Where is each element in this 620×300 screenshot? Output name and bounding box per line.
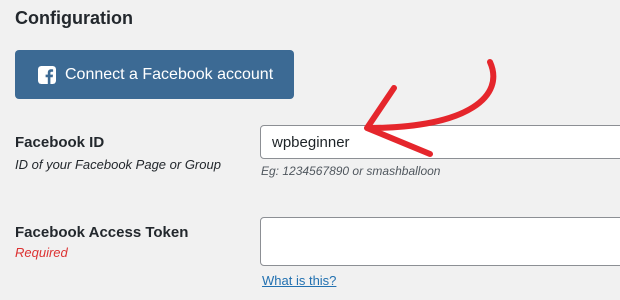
- access-token-input[interactable]: [260, 217, 620, 266]
- access-token-label: Facebook Access Token: [15, 224, 189, 241]
- connect-facebook-button-label: Connect a Facebook account: [65, 65, 274, 83]
- facebook-id-description: ID of your Facebook Page or Group: [15, 157, 221, 172]
- configuration-panel: Configuration Connect a Facebook account…: [0, 0, 620, 300]
- connect-facebook-button[interactable]: Connect a Facebook account: [15, 50, 294, 99]
- section-title: Configuration: [15, 8, 133, 28]
- facebook-id-input[interactable]: [260, 125, 620, 159]
- what-is-this-link[interactable]: What is this?: [262, 273, 336, 288]
- facebook-id-label: Facebook ID: [15, 134, 105, 151]
- facebook-icon: [38, 65, 56, 84]
- access-token-required: Required: [15, 245, 68, 260]
- facebook-id-help-text: Eg: 1234567890 or smashballoon: [261, 164, 441, 178]
